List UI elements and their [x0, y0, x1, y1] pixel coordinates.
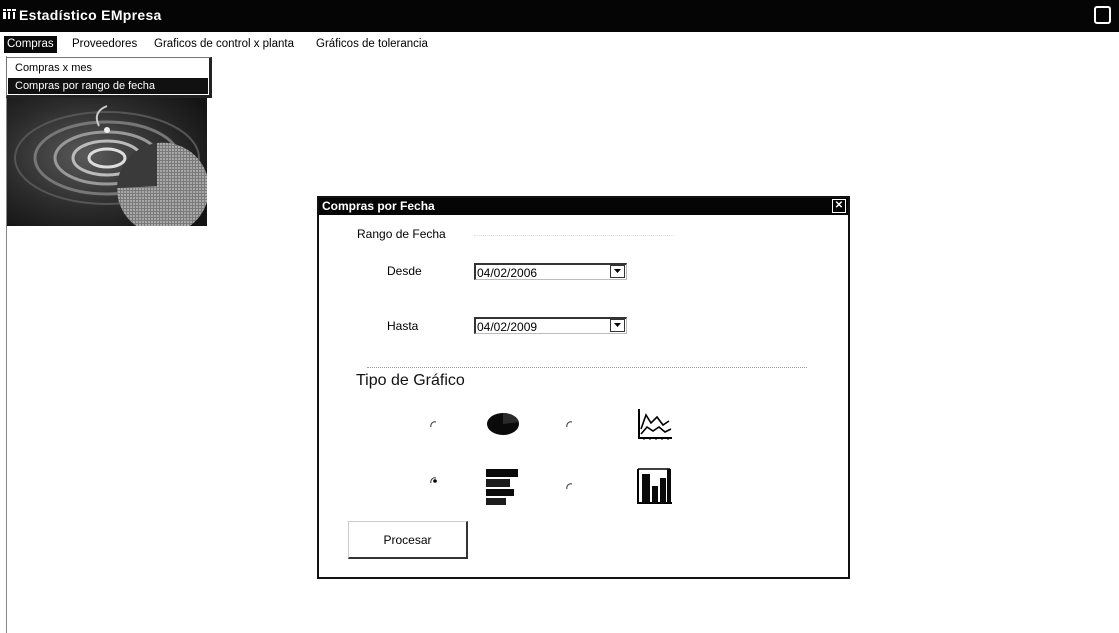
menu-bar: Compras Proveedores Graficos de control … — [0, 36, 900, 54]
menu-proveedores[interactable]: Proveedores — [69, 36, 140, 53]
compras-dropdown-menu: Compras x mes Compras por rango de fecha — [6, 57, 212, 98]
app-title: Estadístico EMpresa — [19, 7, 162, 23]
chevron-down-icon — [614, 323, 621, 327]
hasta-dropdown-button[interactable] — [610, 319, 625, 332]
group-separator — [367, 367, 807, 369]
dropdown-item-compras-mes[interactable]: Compras x mes — [8, 60, 208, 76]
rango-fecha-label: Rango de Fecha — [357, 227, 446, 241]
hasta-date-value: 04/02/2009 — [477, 320, 538, 334]
radio-horizontal-bar-chart[interactable] — [430, 476, 440, 486]
close-icon[interactable]: ✕ — [832, 199, 846, 213]
desde-dropdown-button[interactable] — [610, 265, 625, 278]
window-control-button[interactable] — [1094, 6, 1111, 24]
dialog-title-bar[interactable]: Compras por Fecha ✕ — [319, 198, 848, 215]
hasta-label: Hasta — [387, 319, 419, 333]
radio-line-chart[interactable] — [566, 420, 576, 430]
menu-graficos-tolerancia[interactable]: Gráficos de tolerancia — [313, 36, 431, 53]
pie-chart-icon — [487, 412, 519, 435]
tipo-grafico-label: Tipo de Gráfico — [356, 372, 465, 389]
procesar-button[interactable]: Procesar — [348, 521, 468, 559]
line-chart-icon — [638, 409, 672, 440]
app-window: Estadístico EMpresa Compras Proveedores … — [0, 0, 1119, 633]
desde-date-value: 04/02/2006 — [477, 266, 538, 280]
hasta-date-picker[interactable]: 04/02/2009 — [474, 317, 627, 334]
desde-date-picker[interactable]: 04/02/2006 — [474, 263, 627, 280]
dialog-title: Compras por Fecha — [322, 199, 435, 213]
chevron-down-icon — [614, 269, 621, 273]
app-icon — [3, 9, 16, 19]
desde-label: Desde — [387, 264, 422, 278]
main-title-bar[interactable]: Estadístico EMpresa — [0, 0, 1119, 32]
group-separator — [474, 235, 674, 237]
radio-vertical-bar-chart[interactable] — [566, 482, 576, 492]
horizontal-bar-chart-icon — [486, 469, 518, 505]
company-logo-image — [7, 98, 207, 226]
radio-pie-chart[interactable] — [430, 420, 440, 430]
dropdown-item-compras-rango-fecha[interactable]: Compras por rango de fecha — [8, 78, 208, 94]
menu-compras[interactable]: Compras — [4, 36, 57, 53]
vertical-bar-chart-icon — [637, 468, 672, 504]
compras-por-fecha-dialog: Compras por Fecha ✕ Rango de Fecha Desde… — [317, 196, 850, 579]
menu-graficos-control[interactable]: Graficos de control x planta — [151, 36, 297, 53]
